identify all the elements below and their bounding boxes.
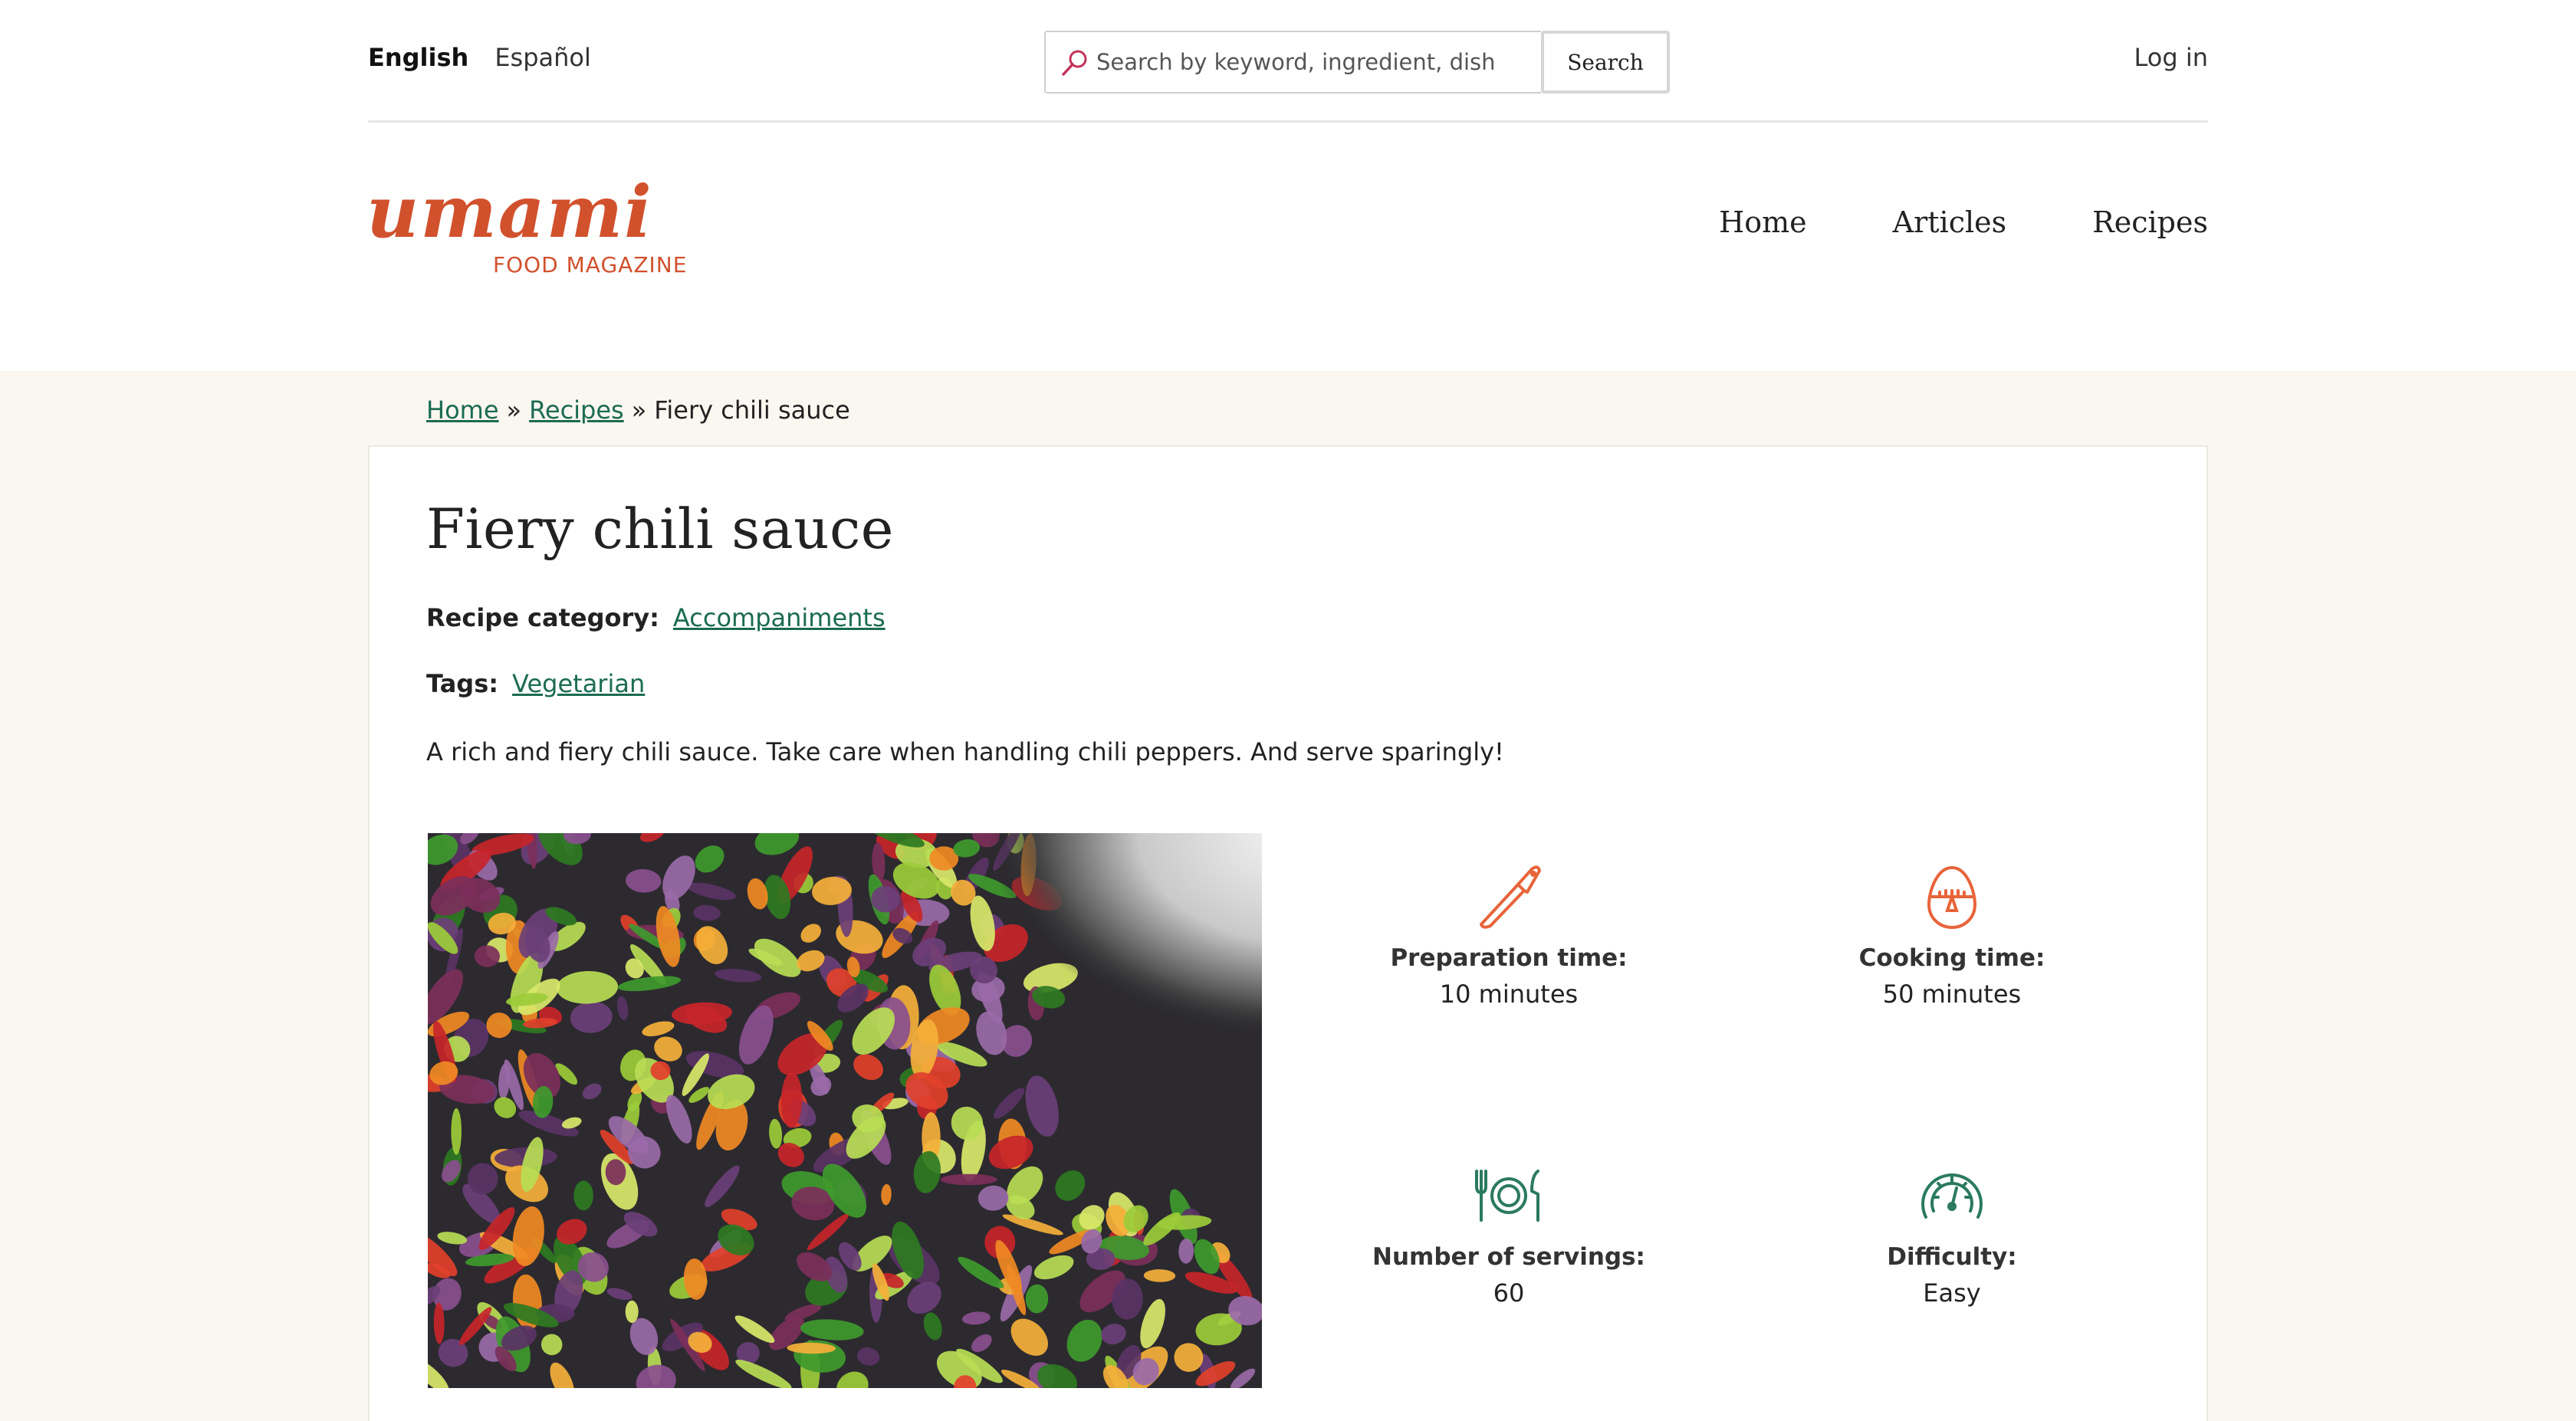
recipe-photo <box>428 833 1262 1388</box>
search-field-wrapper <box>1044 31 1541 94</box>
stat-label: Cooking time: <box>1858 944 2045 972</box>
tag-link[interactable]: Vegetarian <box>512 669 645 698</box>
recipe-summary: A rich and fiery chili sauce. Take care … <box>426 737 1504 766</box>
stat-value: 60 <box>1493 1278 1525 1308</box>
stat-label: Number of servings: <box>1372 1243 1645 1271</box>
nav-recipes[interactable]: Recipes <box>2092 205 2208 239</box>
nav-home[interactable]: Home <box>1719 205 1807 239</box>
recipe-tags: Tags: Vegetarian <box>426 669 645 698</box>
recipe-category: Recipe category: Accompaniments <box>426 603 886 632</box>
umami-wordmark: umami <box>366 172 653 249</box>
breadcrumb-separator: » <box>631 395 647 425</box>
login-link[interactable]: Log in <box>2134 43 2209 72</box>
svg-text:umami: umami <box>366 172 653 249</box>
stat-label: Difficulty: <box>1887 1243 2017 1271</box>
nav-articles[interactable]: Articles <box>1893 205 2006 239</box>
main-navigation: Home Articles Recipes <box>1719 205 2208 239</box>
logo-subtitle: FOOD MAGAZINE <box>493 252 688 277</box>
language-english[interactable]: English <box>368 43 468 72</box>
stat-preparation-time: Preparation time: 10 minutes <box>1332 861 1685 1009</box>
breadcrumb: Home» Recipes» Fiery chili sauce <box>426 395 850 425</box>
stat-cooking-time: Cooking time: 50 minutes <box>1776 861 2128 1009</box>
stat-servings: Number of servings: 60 <box>1332 1160 1685 1308</box>
breadcrumb-recipes[interactable]: Recipes <box>529 395 624 425</box>
recipe-tags-label: Tags: <box>426 669 499 698</box>
breadcrumb-current: Fiery chili sauce <box>654 395 850 425</box>
knife-icon <box>1480 865 1541 929</box>
page-title: Fiery chili sauce <box>426 497 894 561</box>
breadcrumb-home[interactable]: Home <box>426 395 499 425</box>
recipe-category-label: Recipe category: <box>426 603 659 632</box>
egg-timer-icon <box>1927 865 1977 930</box>
recipe-category-link[interactable]: Accompaniments <box>673 603 886 632</box>
stat-difficulty: Difficulty: Easy <box>1776 1160 2128 1308</box>
language-switcher: English Español <box>368 43 591 72</box>
plate-cutlery-icon <box>1475 1170 1539 1222</box>
top-bar: English Español Search Log in <box>368 0 2208 123</box>
search-form: Search <box>1044 31 1670 94</box>
stat-value: Easy <box>1923 1278 1981 1308</box>
stat-value: 10 minutes <box>1439 980 1579 1009</box>
stat-value: 50 minutes <box>1882 980 2022 1009</box>
search-input[interactable] <box>1096 32 1533 92</box>
language-espanol[interactable]: Español <box>495 43 591 72</box>
site-logo[interactable]: umami FOOD MAGAZINE <box>365 172 687 287</box>
stat-label: Preparation time: <box>1390 944 1628 972</box>
search-icon <box>1062 50 1087 76</box>
gauge-icon <box>1921 1173 1983 1219</box>
search-button[interactable]: Search <box>1541 31 1670 94</box>
chili-pan-image <box>428 833 1262 1388</box>
breadcrumb-separator: » <box>506 395 522 425</box>
